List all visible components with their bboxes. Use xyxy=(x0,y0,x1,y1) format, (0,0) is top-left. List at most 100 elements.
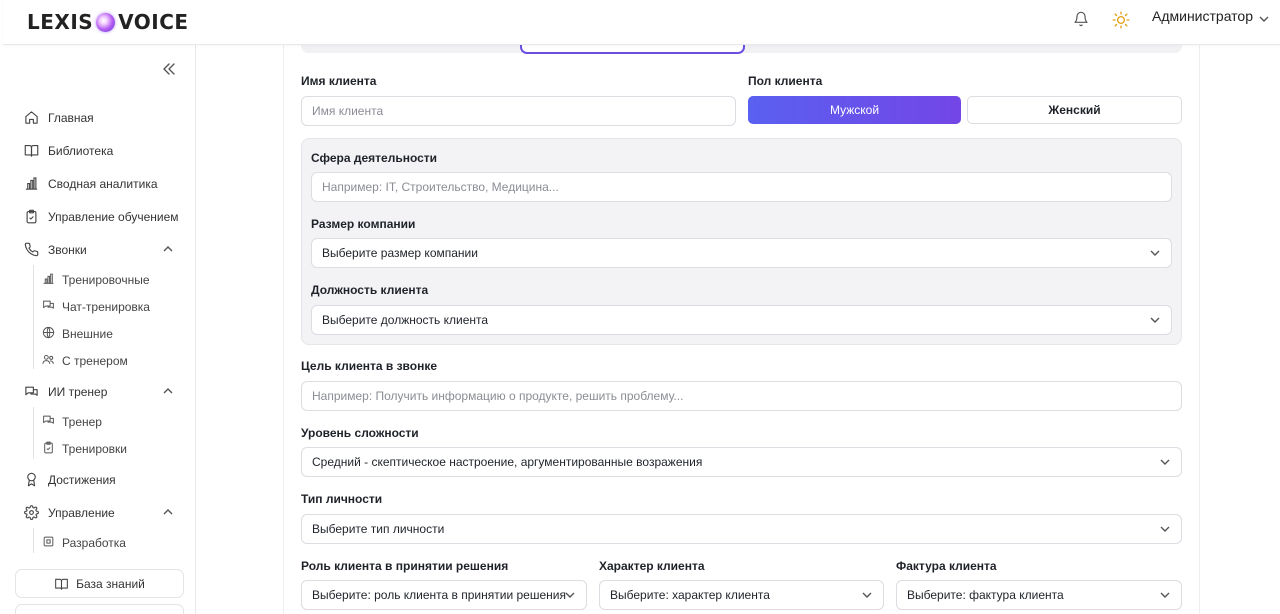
difficulty-label: Уровень сложности xyxy=(301,426,419,440)
chevron-up-icon[interactable] xyxy=(163,246,173,252)
content-border-left xyxy=(283,45,284,614)
position-label: Должность клиента xyxy=(311,283,429,297)
users-icon xyxy=(42,353,55,366)
sidebar-subitem-label: Тренировки xyxy=(62,442,128,456)
chat-bubbles-icon xyxy=(42,299,55,312)
sidebar-subitem-label: Тренер xyxy=(62,415,102,429)
personality-label: Тип личности xyxy=(301,492,383,506)
user-menu[interactable]: Администратор xyxy=(1152,8,1269,24)
sidebar-subitem-chat-training[interactable]: Чат-тренировка xyxy=(3,295,195,317)
cpu-icon xyxy=(42,535,55,548)
chart-icon xyxy=(24,176,39,191)
sidebar-subitem-trainings[interactable]: Тренировки xyxy=(3,437,195,459)
sidebar-item-label: Главная xyxy=(48,111,94,125)
role-label: Роль клиента в принятии решения xyxy=(301,559,509,573)
sidebar-subitem-label: С тренером xyxy=(62,354,128,368)
home-icon xyxy=(24,110,39,125)
clipboard-icon xyxy=(24,209,39,224)
sidebar-item-label: Сводная аналитика xyxy=(48,177,158,191)
award-icon xyxy=(24,472,39,487)
sidebar-bottom-button[interactable] xyxy=(15,604,184,614)
sidebar-subitem-label: Внешние xyxy=(62,327,113,341)
texture-select[interactable]: Выберите: фактура клиента xyxy=(896,580,1182,610)
gender-label: Пол клиента xyxy=(748,74,823,88)
chevron-down-icon xyxy=(1150,317,1160,323)
company-size-value: Выберите размер компании xyxy=(322,246,478,260)
sidebar-subitem-external[interactable]: Внешние xyxy=(3,322,195,344)
logo[interactable]: LEXIS VOICE xyxy=(27,10,189,34)
chevron-down-icon xyxy=(1259,16,1269,22)
industry-input[interactable]: Например: IT, Строительство, Медицина... xyxy=(311,172,1172,202)
sidebar-subitem-with-trainer[interactable]: С тренером xyxy=(3,349,195,371)
bell-icon[interactable] xyxy=(1073,10,1089,28)
character-label: Характер клиента xyxy=(599,559,705,573)
sidebar-item-analytics[interactable]: Сводная аналитика xyxy=(3,171,195,197)
top-header: LEXIS VOICE Администратор xyxy=(3,0,1280,45)
chevron-down-icon xyxy=(862,592,872,598)
chevron-up-icon[interactable] xyxy=(163,509,173,515)
sidebar-subitem-label: Чат-тренировка xyxy=(62,300,150,314)
sidebar-item-home[interactable]: Главная xyxy=(3,105,195,131)
knowledge-base-button[interactable]: База знаний xyxy=(15,569,184,598)
gender-male-button[interactable]: Мужской xyxy=(748,96,961,124)
client-name-input[interactable]: Имя клиента xyxy=(301,96,736,126)
gender-female-button[interactable]: Женский xyxy=(967,96,1182,124)
industry-label: Сфера деятельности xyxy=(311,151,438,165)
chat-bubbles-icon xyxy=(42,414,55,427)
character-value: Выберите: характер клиента xyxy=(610,588,770,602)
sidebar-item-label: Управление xyxy=(48,506,115,520)
sidebar-subitem-label: Разработка xyxy=(62,536,126,550)
logo-text-left: LEXIS xyxy=(27,10,94,34)
sidebar-item-ai-trainer[interactable]: ИИ тренер xyxy=(3,379,195,405)
sidebar-item-label: Достижения xyxy=(48,473,116,487)
sidebar-item-achievements[interactable]: Достижения xyxy=(3,467,195,493)
sidebar-item-management[interactable]: Управление xyxy=(3,500,195,526)
chevron-down-icon xyxy=(1160,526,1170,532)
client-name-label: Имя клиента xyxy=(301,74,377,88)
chevron-down-icon xyxy=(565,592,575,598)
logo-text-right: VOICE xyxy=(118,10,189,34)
tab-active[interactable] xyxy=(520,44,745,54)
goal-input[interactable]: Например: Получить информацию о продукте… xyxy=(301,381,1182,411)
sidebar-item-calls[interactable]: Звонки xyxy=(3,237,195,263)
clipboard-icon xyxy=(42,441,55,454)
knowledge-base-label: База знаний xyxy=(76,576,145,591)
gear-icon xyxy=(24,505,39,520)
content-border-right xyxy=(1199,45,1200,614)
position-value: Выберите должность клиента xyxy=(322,313,489,327)
chevron-up-icon[interactable] xyxy=(163,388,173,394)
sidebar-subitem-trainer[interactable]: Тренер xyxy=(3,410,195,432)
bar-chart-icon xyxy=(42,272,55,285)
goal-label: Цель клиента в звонке xyxy=(301,359,438,373)
sidebar-item-label: Библиотека xyxy=(48,144,114,158)
globe-icon xyxy=(42,326,55,339)
personality-value: Выберите тип личности xyxy=(312,522,445,536)
sidebar-item-library[interactable]: Библиотека xyxy=(3,138,195,164)
difficulty-select[interactable]: Средний - скептическое настроение, аргум… xyxy=(301,447,1182,477)
chevron-down-icon xyxy=(1160,459,1170,465)
phone-icon xyxy=(24,242,39,257)
texture-label: Фактура клиента xyxy=(896,559,997,573)
texture-value: Выберите: фактура клиента xyxy=(907,588,1064,602)
sidebar-subitem-practice[interactable]: Тренировочные xyxy=(3,268,195,290)
position-select[interactable]: Выберите должность клиента xyxy=(311,305,1172,335)
sidebar-item-training-management[interactable]: Управление обучением xyxy=(3,204,195,230)
sun-icon[interactable] xyxy=(1112,11,1130,29)
difficulty-value: Средний - скептическое настроение, аргум… xyxy=(312,455,703,469)
company-size-select[interactable]: Выберите размер компании xyxy=(311,238,1172,268)
user-name: Администратор xyxy=(1152,8,1254,24)
character-select[interactable]: Выберите: характер клиента xyxy=(599,580,884,610)
personality-select[interactable]: Выберите тип личности xyxy=(301,514,1182,544)
role-select[interactable]: Выберите: роль клиента в принятии решени… xyxy=(301,580,587,610)
sidebar-subitem-development[interactable]: Разработка xyxy=(3,531,195,553)
chat-icon xyxy=(24,384,39,399)
collapse-sidebar-icon[interactable] xyxy=(162,62,176,76)
chevron-down-icon xyxy=(1160,592,1170,598)
book-icon xyxy=(55,578,68,590)
sidebar-item-label: Управление обучением xyxy=(48,210,179,224)
sidebar: Главная Библиотека Сводная аналитика Упр… xyxy=(3,45,196,614)
sidebar-item-label: ИИ тренер xyxy=(48,385,108,399)
sidebar-item-label: Звонки xyxy=(48,243,87,257)
sidebar-subitem-label: Тренировочные xyxy=(62,273,150,287)
logo-orb-icon xyxy=(96,12,116,32)
